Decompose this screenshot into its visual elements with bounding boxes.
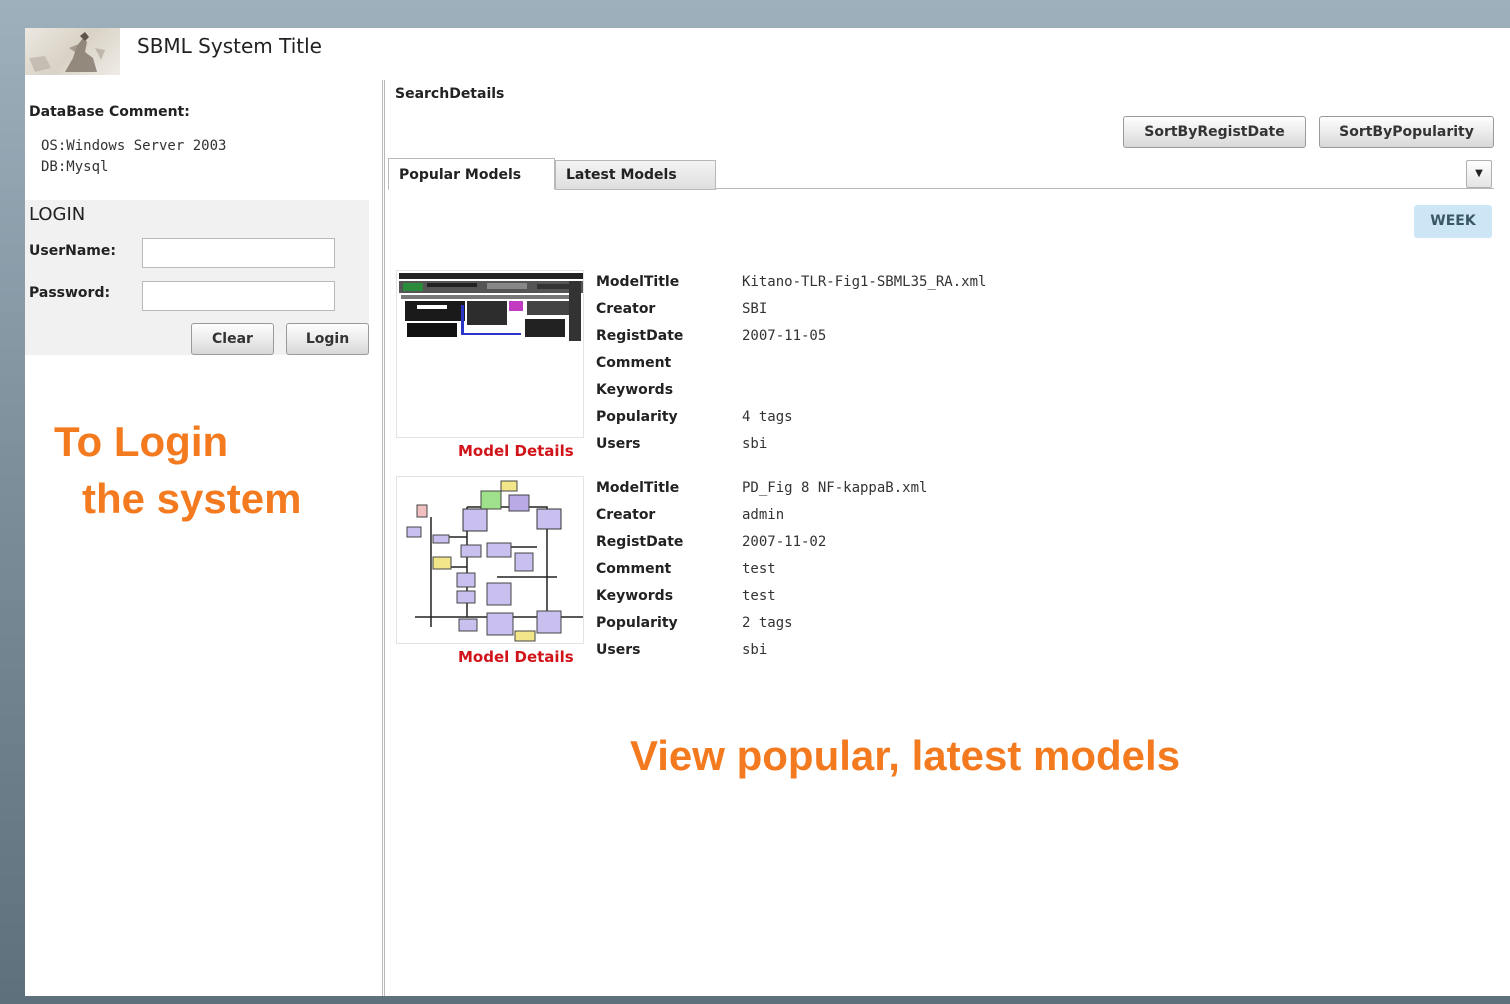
creator-label: Creator — [596, 507, 656, 523]
model-thumbnail[interactable] — [396, 270, 584, 438]
engraving-logo — [25, 28, 120, 75]
creator-value: SBI — [742, 301, 768, 317]
popularity-label: Popularity — [596, 615, 678, 631]
username-input[interactable] — [142, 238, 335, 268]
keywords-value: test — [742, 588, 776, 604]
login-annotation-line2: the system — [82, 475, 302, 522]
app-title: SBML System Title — [137, 34, 322, 58]
tab-latest-models[interactable]: Latest Models — [555, 160, 716, 190]
model-details-link[interactable]: Model Details — [458, 648, 574, 666]
keywords-label: Keywords — [596, 588, 674, 604]
database-comment-label: DataBase Comment: — [29, 104, 190, 120]
sort-by-popularity-button[interactable]: SortByPopularity — [1319, 116, 1494, 148]
models-annotation: View popular, latest models — [630, 732, 1181, 779]
week-filter-badge[interactable]: WEEK — [1414, 205, 1492, 238]
model-thumbnail[interactable] — [396, 476, 584, 644]
regist-date-value: 2007-11-02 — [742, 534, 827, 550]
app-window: SBML System Title DataBase Comment: OS:W… — [25, 28, 1510, 996]
model-details-link[interactable]: Model Details — [458, 442, 574, 460]
regist-date-value: 2007-11-05 — [742, 328, 827, 344]
model-entry: Model Details ModelTitle Kitano-TLR-Fig1… — [396, 270, 1486, 470]
users-label: Users — [596, 436, 641, 452]
clear-button[interactable]: Clear — [191, 323, 274, 355]
keywords-label: Keywords — [596, 382, 674, 398]
popularity-value: 2 tags — [742, 615, 793, 631]
popularity-value: 4 tags — [742, 409, 793, 425]
creator-label: Creator — [596, 301, 656, 317]
search-details-title: SearchDetails — [395, 86, 505, 102]
database-db-text: DB:Mysql — [41, 159, 109, 175]
password-label: Password: — [29, 285, 111, 301]
search-details-panel: SearchDetails SortByRegistDate SortByPop… — [388, 80, 1510, 996]
regist-date-label: RegistDate — [596, 328, 684, 344]
panel-divider[interactable] — [382, 80, 385, 996]
users-value: sbi — [742, 436, 768, 452]
model-title-value: PD_Fig 8 NF-kappaB.xml — [742, 480, 928, 496]
creator-value: admin — [742, 507, 785, 523]
login-title: LOGIN — [29, 204, 86, 225]
popularity-label: Popularity — [596, 409, 678, 425]
tab-popular-models[interactable]: Popular Models — [388, 158, 555, 190]
login-annotation-line1: To Login — [54, 418, 229, 465]
username-label: UserName: — [29, 243, 116, 259]
login-panel: LOGIN UserName: Password: Clear Login — [25, 200, 369, 355]
password-input[interactable] — [142, 281, 335, 311]
users-label: Users — [596, 642, 641, 658]
regist-date-label: RegistDate — [596, 534, 684, 550]
login-button[interactable]: Login — [286, 323, 369, 355]
sort-by-regist-date-button[interactable]: SortByRegistDate — [1123, 116, 1306, 148]
model-title-label: ModelTitle — [596, 274, 680, 290]
model-title-value: Kitano-TLR-Fig1-SBML35_RA.xml — [742, 274, 987, 290]
users-value: sbi — [742, 642, 768, 658]
comment-label: Comment — [596, 561, 672, 577]
model-entry: Model Details ModelTitle PD_Fig 8 NF-kap… — [396, 476, 1486, 676]
model-title-label: ModelTitle — [596, 480, 680, 496]
comment-label: Comment — [596, 355, 672, 371]
comment-value: test — [742, 561, 776, 577]
chevron-down-icon[interactable]: ▼ — [1466, 160, 1492, 188]
database-os-text: OS:Windows Server 2003 — [41, 138, 227, 154]
